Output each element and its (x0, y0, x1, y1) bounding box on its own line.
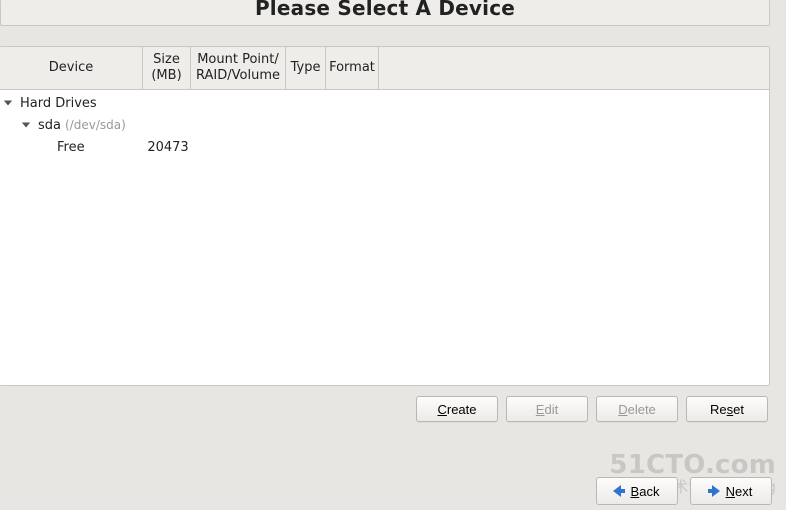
expander-icon[interactable] (20, 119, 32, 131)
create-button[interactable]: Create (416, 396, 498, 422)
col-spacer (379, 47, 769, 89)
col-device[interactable]: Device (0, 47, 143, 89)
tree-free-label: Free (57, 140, 85, 155)
col-mount[interactable]: Mount Point/ RAID/Volume (191, 47, 286, 89)
device-table: Device Size (MB) Mount Point/ RAID/Volum… (0, 46, 770, 386)
col-mount-line2: RAID/Volume (196, 68, 280, 84)
arrow-left-icon (611, 483, 627, 499)
table-row[interactable]: Hard Drives (0, 92, 769, 114)
col-size[interactable]: Size (MB) (143, 47, 191, 89)
tree-free-size: 20473 (146, 140, 190, 155)
header-panel: Please Select A Device (0, 0, 770, 26)
table-body[interactable]: Hard Drives sda (/dev/sda) Free 20473 (0, 90, 769, 386)
table-row[interactable]: sda (/dev/sda) (0, 114, 769, 136)
next-button[interactable]: Next (690, 477, 772, 505)
col-type[interactable]: Type (286, 47, 326, 89)
reset-button[interactable]: Reset (686, 396, 768, 422)
arrow-right-icon (706, 483, 722, 499)
edit-button: Edit (506, 396, 588, 422)
tree-disk-path: (/dev/sda) (65, 118, 126, 132)
action-buttons: Create Edit Delete Reset (0, 386, 786, 424)
page-title: Please Select A Device (255, 0, 515, 20)
tree-disk-label: sda (38, 118, 61, 133)
delete-button: Delete (596, 396, 678, 422)
col-format[interactable]: Format (326, 47, 379, 89)
nav-buttons: Back Next (596, 477, 772, 505)
expander-icon[interactable] (2, 97, 14, 109)
tree-root-label: Hard Drives (20, 96, 97, 111)
table-row[interactable]: Free 20473 (0, 136, 769, 158)
col-mount-line1: Mount Point/ (197, 52, 279, 68)
col-size-line2: (MB) (151, 68, 181, 84)
table-header: Device Size (MB) Mount Point/ RAID/Volum… (0, 47, 769, 90)
col-size-line1: Size (153, 52, 180, 68)
watermark-line1: 51CTO.com (609, 450, 776, 480)
back-button[interactable]: Back (596, 477, 678, 505)
